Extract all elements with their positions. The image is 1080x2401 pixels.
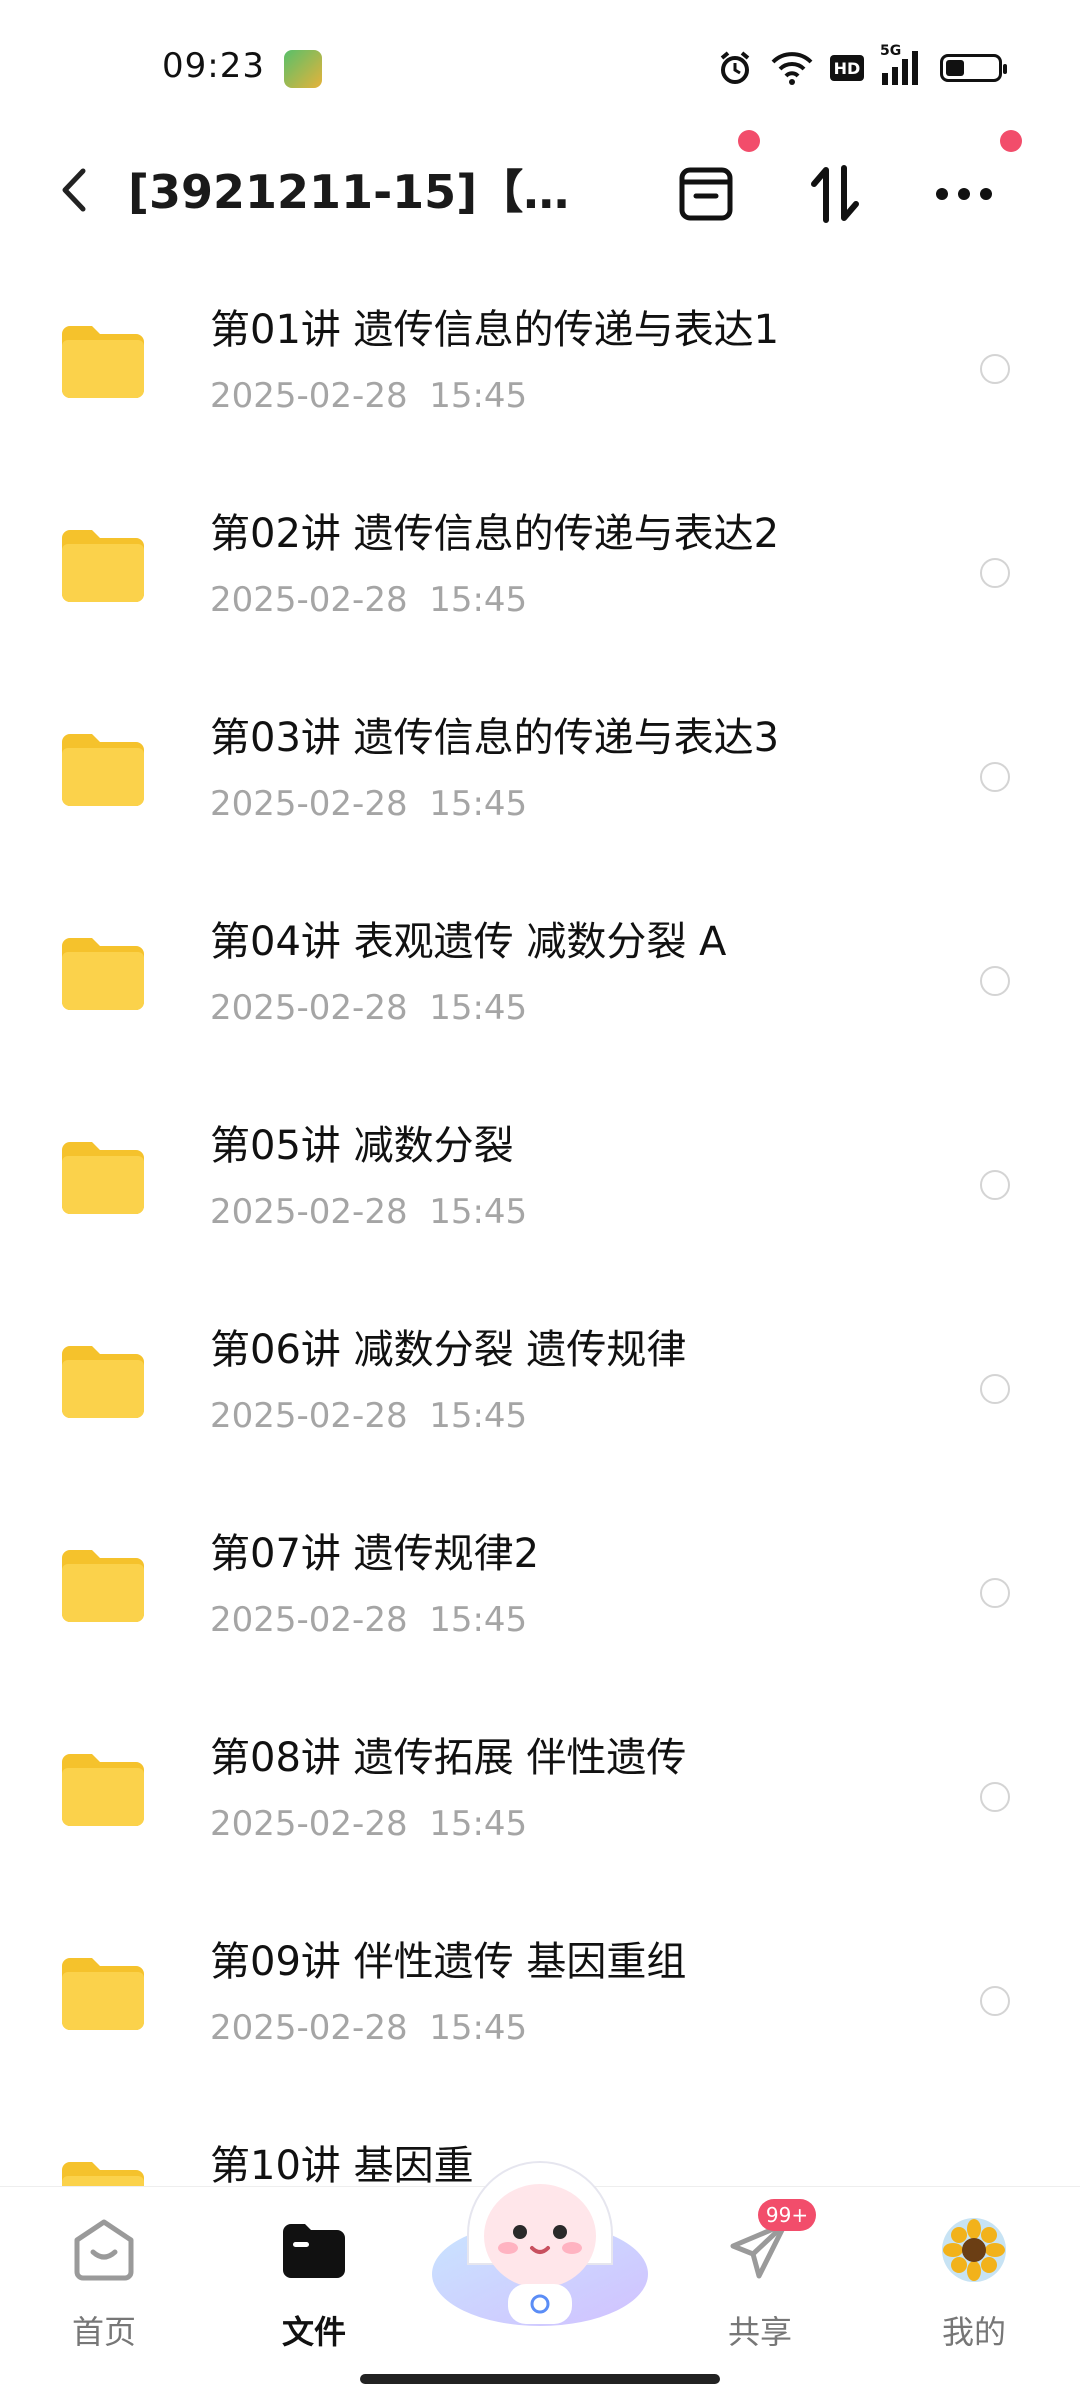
nav-me[interactable]: 我的 [904,2215,1044,2355]
nav-home-label: 首页 [71,2313,136,2351]
file-name: 第01讲 遗传信息的传递与表达1 [210,307,780,353]
signal-icon: 5G [880,43,924,87]
nav-share-label: 共享 [727,2313,792,2351]
status-bar: 09:23 HD 5G [0,0,1080,130]
back-button[interactable] [46,160,102,220]
file-name: 第05讲 减数分裂 [210,1123,514,1169]
list-item[interactable]: 第01讲 遗传信息的传递与表达1 2025-02-28 15:45 [0,270,1080,474]
list-item[interactable]: 第03讲 遗传信息的传递与表达3 2025-02-28 15:45 [0,678,1080,882]
nav-files[interactable]: 文件 [244,2215,384,2355]
file-date: 2025-02-28 15:45 [210,376,528,416]
folder-icon [62,1754,144,1826]
alarm-icon [716,49,754,87]
home-icon [69,2215,139,2285]
archive-icon [679,167,733,221]
sort-icon [811,165,859,223]
file-name: 第06讲 减数分裂 遗传规律 [210,1327,687,1373]
select-checkbox[interactable] [980,1578,1010,1608]
chevron-left-icon [62,168,86,212]
folder-icon [62,1550,144,1622]
folder-icon [62,1958,144,2030]
archive-button[interactable] [668,156,744,232]
home-indicator [360,2374,720,2384]
select-checkbox[interactable] [980,354,1010,384]
nav-files-label: 文件 [281,2313,346,2351]
mascot-assistant-button[interactable] [428,2124,652,2334]
more-button[interactable] [926,156,1002,232]
nav-home[interactable]: 首页 [34,2215,174,2355]
select-checkbox[interactable] [980,1782,1010,1812]
file-name: 第02讲 遗传信息的传递与表达2 [210,511,780,557]
folder-icon [62,326,144,398]
file-date: 2025-02-28 15:45 [210,784,528,824]
list-item[interactable]: 第09讲 伴性遗传 基因重组 2025-02-28 15:45 [0,1902,1080,2106]
hd-badge: HD [830,55,864,81]
file-name: 第03讲 遗传信息的传递与表达3 [210,715,780,761]
status-time: 09:23 [162,46,265,86]
list-item[interactable]: 第07讲 遗传规律2 2025-02-28 15:45 [0,1494,1080,1698]
archive-notification-dot [738,130,760,152]
status-icons: HD 5G [716,43,1007,88]
file-date: 2025-02-28 15:45 [210,988,528,1028]
file-date: 2025-02-28 15:45 [210,580,528,620]
folder-icon [62,530,144,602]
select-checkbox[interactable] [980,966,1010,996]
select-checkbox[interactable] [980,1170,1010,1200]
select-checkbox[interactable] [980,1374,1010,1404]
file-date: 2025-02-28 15:45 [210,1804,528,1844]
nav-me-label: 我的 [941,2313,1006,2351]
select-checkbox[interactable] [980,1986,1010,2016]
list-item[interactable]: 第02讲 遗传信息的传递与表达2 2025-02-28 15:45 [0,474,1080,678]
battery-level [946,60,964,76]
list-item[interactable]: 第05讲 减数分裂 2025-02-28 15:45 [0,1086,1080,1290]
file-name: 第08讲 遗传拓展 伴性遗传 [210,1735,687,1781]
file-date: 2025-02-28 15:45 [210,2008,528,2048]
nav-share[interactable]: 99+ 共享 [690,2199,830,2355]
folder-icon [62,1142,144,1214]
file-list: 第01讲 遗传信息的传递与表达1 2025-02-28 15:45 第02讲 遗传信… [0,270,1080,2190]
folder-icon [62,734,144,806]
select-checkbox[interactable] [980,762,1010,792]
folder-icon [279,2215,349,2285]
file-date: 2025-02-28 15:45 [210,1600,528,1640]
folder-icon [62,1346,144,1418]
battery-icon [940,54,1007,82]
page-title: [3921211-15]【生... [128,165,578,219]
list-item[interactable]: 第06讲 减数分裂 遗传规律 2025-02-28 15:45 [0,1290,1080,1494]
file-date: 2025-02-28 15:45 [210,1192,528,1232]
select-checkbox[interactable] [980,558,1010,588]
network-type-label: 5G [880,43,902,59]
wifi-icon [770,50,814,86]
file-name: 第04讲 表观遗传 减数分裂 A [210,919,727,965]
notification-app-icon [284,50,322,88]
list-item[interactable]: 第04讲 表观遗传 减数分裂 A 2025-02-28 15:45 [0,882,1080,1086]
share-badge: 99+ [758,2199,816,2231]
file-date: 2025-02-28 15:45 [210,1396,528,1436]
file-name: 第09讲 伴性遗传 基因重组 [210,1939,687,1985]
more-icon [936,188,992,200]
file-name: 第07讲 遗传规律2 [210,1531,540,1577]
avatar [939,2215,1009,2285]
list-item[interactable]: 第08讲 遗传拓展 伴性遗传 2025-02-28 15:45 [0,1698,1080,1902]
sort-button[interactable] [798,156,874,232]
top-header: [3921211-15]【生... [0,130,1080,250]
more-notification-dot [1000,130,1022,152]
folder-icon [62,938,144,1010]
